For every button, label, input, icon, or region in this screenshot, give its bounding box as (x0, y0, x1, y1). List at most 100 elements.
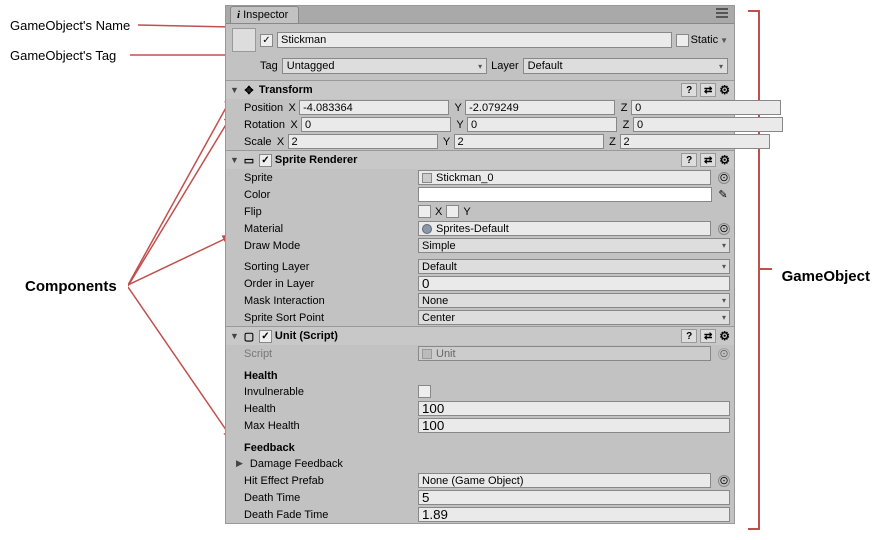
drawmode-value: Simple (422, 240, 456, 252)
scl-z-input[interactable] (620, 134, 770, 149)
drawmode-label: Draw Mode (244, 240, 414, 252)
maxhealth-label: Max Health (244, 420, 414, 432)
header-row: ✓ Static ▼ (226, 24, 734, 56)
annotation-name: GameObject's Name (10, 18, 130, 33)
help-button[interactable]: ? (681, 329, 697, 343)
foldout-right-icon[interactable]: ▶ (236, 458, 243, 469)
rot-x-input[interactable] (301, 117, 451, 132)
object-picker-button[interactable]: ⊙ (718, 223, 730, 235)
tag-layer-row: Tag Untagged▾ Layer Default▾ (226, 56, 734, 80)
scl-y-input[interactable] (454, 134, 604, 149)
tab-inspector[interactable]: i Inspector (230, 6, 299, 23)
scl-x-input[interactable] (288, 134, 438, 149)
flip-x-label: X (435, 206, 442, 218)
invulnerable-label: Invulnerable (244, 386, 414, 398)
health-label: Health (244, 403, 414, 415)
sr-enabled-checkbox[interactable]: ✓ (259, 154, 272, 167)
foldout-icon: ▼ (230, 331, 239, 341)
bracket-mid (760, 268, 772, 270)
health-input[interactable] (418, 401, 730, 416)
tab-label: Inspector (243, 9, 288, 21)
rot-y-input[interactable] (467, 117, 617, 132)
bracket-right (748, 10, 760, 530)
static-dropdown-icon[interactable]: ▼ (720, 36, 728, 45)
pos-y-input[interactable] (465, 100, 615, 115)
gear-icon[interactable]: ⚙ (719, 83, 730, 97)
annotation-gameobject: GameObject (782, 268, 870, 285)
health-section: Health (226, 368, 734, 383)
sprite-value: Stickman_0 (436, 172, 493, 184)
annotation-tag: GameObject's Tag (10, 48, 116, 63)
color-field[interactable] (418, 187, 712, 202)
rotation-row: Rotation X Y Z (226, 116, 734, 133)
static-checkbox[interactable] (676, 34, 689, 47)
hitprefab-value: None (Game Object) (422, 475, 523, 487)
name-input[interactable] (277, 32, 672, 48)
transform-header[interactable]: ▼ ✥ Transform ? ⇄ ⚙ (226, 81, 734, 99)
drawmode-dropdown[interactable]: Simple▾ (418, 238, 730, 253)
layer-value: Default (528, 60, 563, 72)
maxhealth-input[interactable] (418, 418, 730, 433)
color-label: Color (244, 189, 414, 201)
preset-button[interactable]: ⇄ (700, 329, 716, 343)
deathtime-label: Death Time (244, 492, 414, 504)
hitprefab-label: Hit Effect Prefab (244, 475, 414, 487)
sortinglayer-dropdown[interactable]: Default▾ (418, 259, 730, 274)
active-checkbox[interactable]: ✓ (260, 34, 273, 47)
sprite-field[interactable]: Stickman_0 (418, 170, 711, 185)
mask-label: Mask Interaction (244, 295, 414, 307)
material-value: Sprites-Default (436, 223, 509, 235)
tag-dropdown[interactable]: Untagged▾ (282, 58, 487, 74)
material-field[interactable]: Sprites-Default (418, 221, 711, 236)
help-button[interactable]: ? (681, 83, 697, 97)
annotation-components: Components (25, 278, 117, 295)
pos-x-input[interactable] (299, 100, 449, 115)
script-icon: ▢ (242, 329, 256, 343)
unit-title: Unit (Script) (275, 330, 338, 342)
gear-icon[interactable]: ⚙ (719, 153, 730, 167)
order-label: Order in Layer (244, 278, 414, 290)
sortinglayer-label: Sorting Layer (244, 261, 414, 273)
deathfade-input[interactable] (418, 507, 730, 522)
order-input[interactable] (418, 276, 730, 291)
script-label: Script (244, 348, 414, 360)
invulnerable-checkbox[interactable] (418, 385, 431, 398)
sprite-label: Sprite (244, 172, 414, 184)
eyedropper-icon[interactable]: ✎ (716, 188, 730, 201)
spriterenderer-header[interactable]: ▼ ▭ ✓ Sprite Renderer ? ⇄ ⚙ (226, 151, 734, 169)
script-value: Unit (436, 348, 456, 360)
unit-enabled-checkbox[interactable]: ✓ (259, 330, 272, 343)
gear-icon[interactable]: ⚙ (719, 329, 730, 343)
transform-title: Transform (259, 84, 313, 96)
scale-label: Scale (244, 136, 272, 148)
help-button[interactable]: ? (681, 153, 697, 167)
tag-label: Tag (260, 60, 278, 72)
flip-y-label: Y (463, 206, 470, 218)
preset-button[interactable]: ⇄ (700, 153, 716, 167)
hamburger-icon (716, 8, 728, 18)
mask-dropdown[interactable]: None▾ (418, 293, 730, 308)
tab-bar: i Inspector (226, 6, 734, 24)
hitprefab-field[interactable]: None (Game Object) (418, 473, 711, 488)
rot-z-input[interactable] (633, 117, 783, 132)
flip-y-checkbox[interactable] (446, 205, 459, 218)
static-toggle[interactable]: Static ▼ (676, 34, 728, 47)
panel-menu-button[interactable] (710, 6, 734, 23)
damage-feedback-label: Damage Feedback (250, 458, 343, 470)
gameobject-icon[interactable] (232, 28, 256, 52)
object-picker-button[interactable]: ⊙ (718, 172, 730, 184)
deathtime-input[interactable] (418, 490, 730, 505)
unit-header[interactable]: ▼ ▢ ✓ Unit (Script) ? ⇄ ⚙ (226, 327, 734, 345)
layer-dropdown[interactable]: Default▾ (523, 58, 728, 74)
foldout-icon: ▼ (230, 85, 239, 95)
mask-value: None (422, 295, 448, 307)
transform-icon: ✥ (242, 83, 256, 97)
tag-value: Untagged (287, 60, 335, 72)
component-unit-script: ▼ ▢ ✓ Unit (Script) ? ⇄ ⚙ Script Unit ⊙ … (226, 326, 734, 523)
pos-z-input[interactable] (631, 100, 781, 115)
flip-x-checkbox[interactable] (418, 205, 431, 218)
object-picker-button[interactable]: ⊙ (718, 475, 730, 487)
sprite-thumb-icon (422, 173, 432, 183)
sortpoint-dropdown[interactable]: Center▾ (418, 310, 730, 325)
preset-button[interactable]: ⇄ (700, 83, 716, 97)
